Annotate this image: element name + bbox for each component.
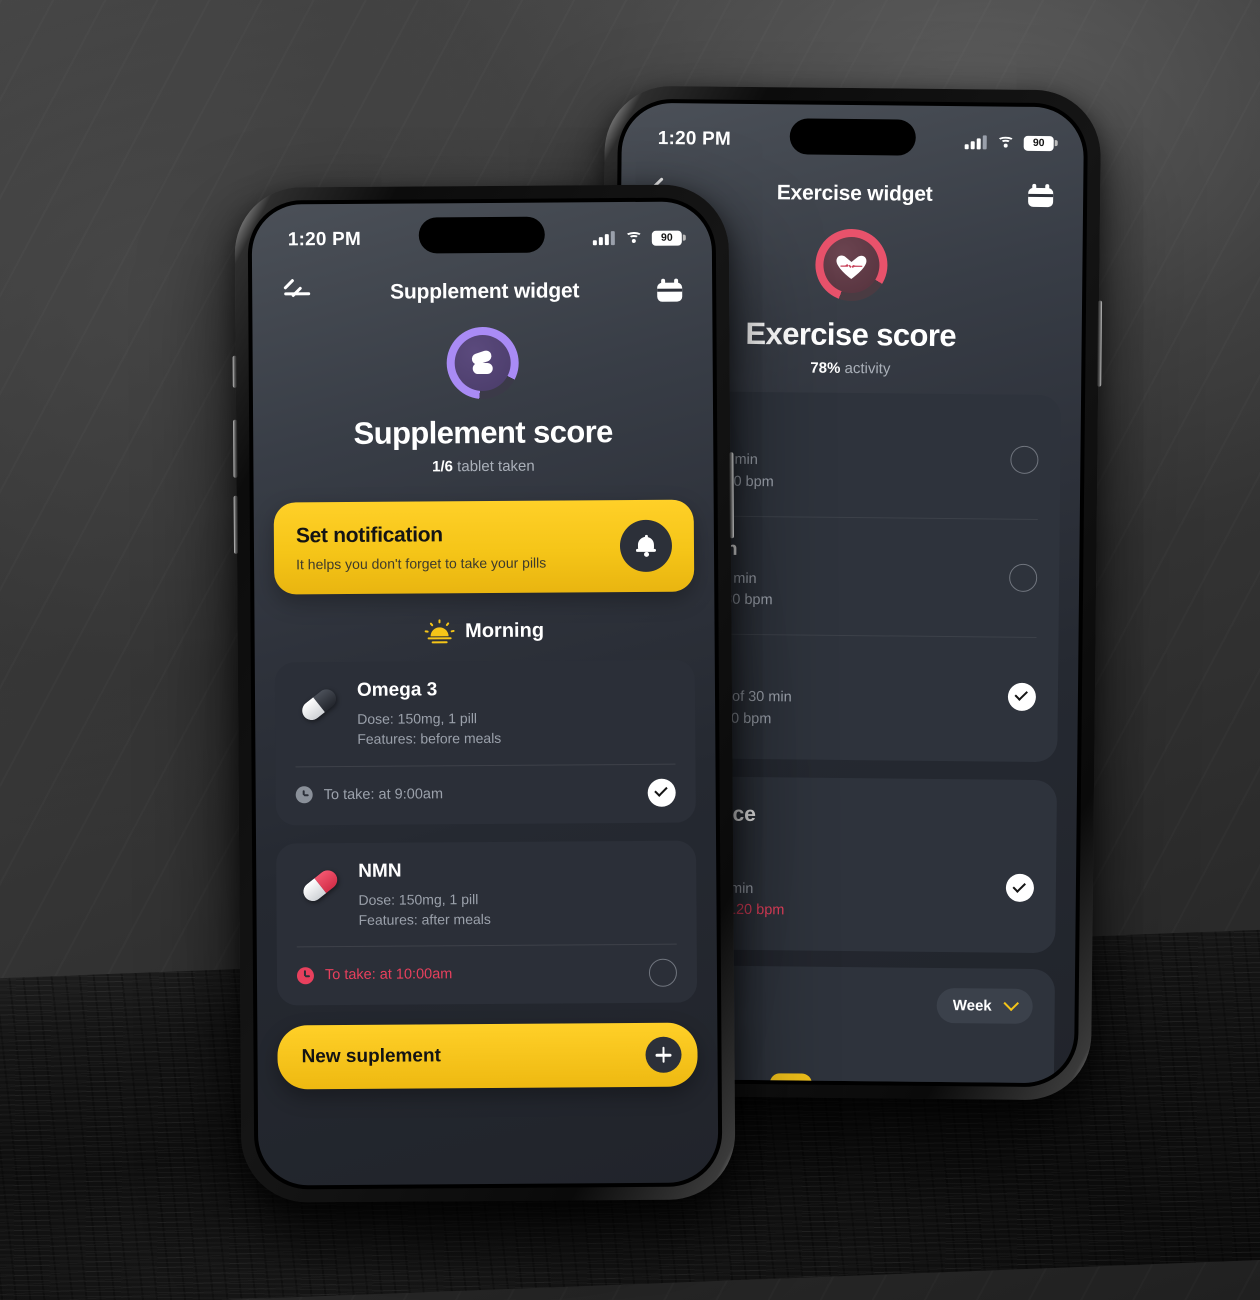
phone-front-supplement: 1:20 PM 90 Supplement widget Supplement … (232, 184, 736, 1203)
exercise-score-ring (815, 228, 888, 302)
supplement-info: Omega 3 Dose: 150mg, 1 pill Features: be… (357, 679, 501, 750)
status-time: 1:20 PM (657, 127, 732, 150)
take-time-overdue: To take: at 10:00am (296, 966, 453, 985)
supplement-card-bottom: To take: at 10:00am (296, 945, 678, 1006)
supplement-card[interactable]: Omega 3 Dose: 150mg, 1 pill Features: be… (274, 659, 696, 826)
banner-title: Set notification (295, 523, 443, 548)
take-time-text: To take: at 10:00am (324, 966, 453, 984)
calendar-icon[interactable] (657, 278, 683, 303)
supplement-dose: Dose: 150mg, 1 pill (357, 710, 478, 727)
plus-icon[interactable] (645, 1036, 682, 1074)
bell-icon (635, 534, 657, 557)
battery-icon: 90 (651, 230, 682, 246)
supplement-score-title: Supplement score (353, 414, 613, 451)
status-bar: 1:20 PM 90 (622, 103, 1085, 166)
range-select-value: Week (952, 997, 992, 1015)
exercise-toggle-checked[interactable] (1005, 873, 1035, 903)
check-icon (654, 783, 668, 797)
check-icon (1014, 687, 1028, 702)
supplement-meta: Dose: 150mg, 1 pill Features: before mea… (357, 708, 501, 750)
banner-subtitle: It helps you don't forget to take your p… (296, 554, 547, 573)
chart-bar-highlight (769, 1073, 812, 1084)
take-time-text: To take: at 9:00am (323, 785, 444, 803)
wifi-icon (996, 136, 1014, 149)
supplement-score-label: tablet taken (457, 457, 535, 476)
supplement-info: NMN Dose: 150mg, 1 pill Features: after … (358, 860, 491, 931)
battery-level: 90 (1032, 136, 1045, 149)
supplement-hero: Supplement score 1/6 tablet taken (252, 311, 713, 476)
supplement-meta: Dose: 150mg, 1 pill Features: after meal… (358, 889, 491, 931)
clock-icon (296, 966, 315, 985)
page-title: Supplement widget (390, 279, 580, 304)
cellular-bars-icon (964, 135, 987, 150)
new-supplement-button[interactable]: New suplement (277, 1022, 698, 1090)
take-time: To take: at 9:00am (295, 785, 444, 804)
calendar-icon[interactable] (1028, 183, 1054, 208)
check-icon (1012, 879, 1026, 893)
supplement-toggle-checked[interactable] (647, 778, 676, 807)
supplement-name: Omega 3 (356, 679, 438, 701)
status-indicators: 90 (964, 135, 1054, 151)
supplement-score-ring (446, 326, 519, 400)
chevron-down-icon (1003, 995, 1019, 1012)
battery-level: 90 (660, 231, 673, 244)
pill-capsules-icon (468, 348, 498, 378)
supplement-card-top: Omega 3 Dose: 150mg, 1 pill Features: be… (295, 678, 676, 766)
supplement-card[interactable]: NMN Dose: 150mg, 1 pill Features: after … (276, 840, 698, 1006)
exercise-toggle-unchecked[interactable] (1010, 445, 1039, 474)
sunrise-icon (424, 619, 455, 644)
exercise-score-value: 78% (810, 359, 841, 377)
supplement-meta: Dose: 150mg, 1 pill (360, 1121, 480, 1142)
status-indicators: 90 (592, 230, 682, 246)
supplement-card-top: Resveratrol Dose: 150mg, 1 pill (298, 1091, 678, 1159)
supplement-score-stat: 1/6 tablet taken (253, 456, 713, 476)
supplement-features: Features: before meals (357, 730, 502, 748)
range-select[interactable]: Week (936, 987, 1033, 1024)
status-time: 1:20 PM (287, 228, 362, 251)
capsule-icon (296, 863, 342, 909)
dynamic-island (789, 118, 916, 156)
power-button[interactable] (1097, 300, 1103, 387)
supplement-dose: Dose: 150mg, 1 pill (360, 1123, 480, 1141)
wifi-icon (624, 231, 642, 244)
new-supplement-label: New suplement (301, 1045, 441, 1068)
volume-up-button[interactable] (233, 419, 238, 478)
supplement-info: Resveratrol Dose: 150mg, 1 pill (360, 1092, 480, 1142)
supplement-toggle-unchecked[interactable] (648, 958, 678, 988)
notification-bell-button[interactable] (619, 519, 673, 573)
supplement-card-top: NMN Dose: 150mg, 1 pill Features: after … (296, 858, 677, 946)
dynamic-island (418, 216, 545, 254)
page-title: Exercise widget (776, 181, 933, 206)
supplement-name: Resveratrol (359, 1092, 465, 1115)
set-notification-banner[interactable]: Set notification It helps you don't forg… (273, 499, 695, 595)
supplement-card-bottom: To take: at 9:00am (295, 764, 676, 825)
status-bar: 1:20 PM 90 (252, 201, 712, 262)
heartbeat-icon (836, 251, 866, 279)
capsule-icon (295, 682, 341, 728)
section-title: Morning (465, 619, 545, 642)
capsule-icon (298, 1095, 344, 1141)
cellular-bars-icon (592, 231, 615, 246)
supplement-score-value: 1/6 (432, 458, 454, 476)
mute-switch[interactable] (232, 355, 237, 388)
arrow-left-icon[interactable] (282, 282, 312, 304)
nav-bar: Supplement widget (252, 259, 712, 314)
supplement-name: NMN (358, 860, 402, 882)
supplement-screen: 1:20 PM 90 Supplement widget Supplement … (251, 201, 719, 1186)
supplement-features: Features: after meals (358, 910, 491, 928)
power-button[interactable] (729, 452, 734, 539)
exercise-toggle-checked[interactable] (1007, 682, 1037, 711)
morning-section-label: Morning (254, 617, 714, 644)
scene: 1:20 PM 90 Exercise widget Exercise scor… (0, 0, 1260, 1300)
volume-down-button[interactable] (233, 495, 239, 554)
clock-icon (295, 786, 313, 804)
banner-text: Set notification It helps you don't forg… (295, 523, 547, 573)
supplement-dose: Dose: 150mg, 1 pill (358, 890, 479, 908)
exercise-toggle-unchecked[interactable] (1009, 563, 1038, 593)
phone-bezel: 1:20 PM 90 Supplement widget Supplement … (247, 197, 723, 1190)
battery-icon: 90 (1023, 135, 1054, 151)
exercise-score-label: activity (844, 359, 891, 378)
